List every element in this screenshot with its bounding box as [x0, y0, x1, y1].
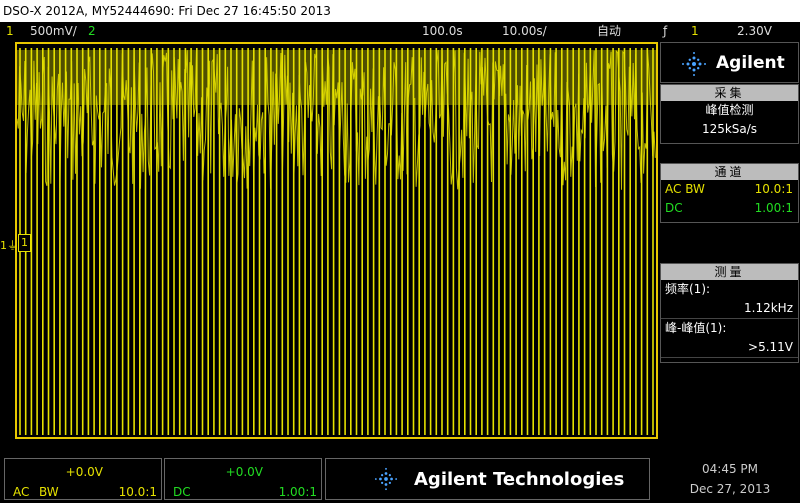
- trigger-level[interactable]: 2.30V: [737, 22, 772, 40]
- trace-top-envelope: [17, 50, 656, 105]
- ch1-scale[interactable]: 500mV/: [30, 22, 77, 40]
- brand-box: Agilent Technologies: [325, 458, 650, 500]
- clock-date: Dec 27, 2013: [689, 482, 771, 496]
- ch2-offset: +0.0V: [225, 465, 263, 479]
- channel-panel[interactable]: 通道 AC BW 10.0:1 DC 1.00:1: [660, 163, 799, 223]
- ch2-coupling: DC: [665, 201, 683, 215]
- side-panel: Agilent 采集 峰值检测 125kSa/s 通道 AC BW 10.0:1…: [660, 42, 800, 442]
- ch2-info-box[interactable]: +0.0V DC 1.00:1: [164, 458, 322, 500]
- waveform-trace: [17, 48, 656, 435]
- ch2-coupling-label: DC: [173, 485, 191, 499]
- clock-time: 04:45 PM: [702, 462, 758, 476]
- ch1-bw-label: BW: [39, 485, 59, 499]
- measure-header: 测量: [661, 264, 798, 280]
- bottom-bar: +0.0V AC BW 10.0:1 +0.0V DC 1.00:1 Agile…: [0, 455, 800, 503]
- ch1-probe: 10.0:1: [754, 182, 793, 196]
- peak-peak-label: 峰-峰值(1):: [665, 321, 727, 335]
- time-scale[interactable]: 10.00s/: [502, 22, 547, 40]
- acquire-panel[interactable]: 采集 峰值检测 125kSa/s: [660, 84, 799, 144]
- trigger-mode[interactable]: 自动: [597, 22, 621, 40]
- ch2-number[interactable]: 2: [88, 22, 96, 40]
- status-bar: 1 500mV/ 2 100.0s 10.00s/ 自动 ƒ 1 2.30V: [0, 22, 800, 40]
- measure-1-value-row: 1.12kHz: [661, 299, 798, 319]
- time-reference[interactable]: 100.0s: [422, 22, 463, 40]
- agilent-logo: Agilent: [660, 42, 799, 83]
- channel-row-1: AC BW 10.0:1: [661, 180, 798, 199]
- acquire-mode: 峰值检测: [705, 103, 754, 117]
- brand-text: Agilent Technologies: [414, 469, 625, 490]
- ch1-badge[interactable]: 1: [18, 234, 31, 252]
- measure-panel[interactable]: 测量 频率(1): 1.12kHz 峰-峰值(1): >5.11V: [660, 263, 799, 363]
- clock: 04:45 PM Dec 27, 2013: [660, 459, 800, 499]
- ch1-ground-marker[interactable]: 1⏚: [0, 234, 18, 252]
- frequency-label: 频率(1):: [665, 282, 711, 296]
- measure-1-label-row: 频率(1):: [661, 280, 798, 299]
- peak-peak-value: >5.11V: [748, 340, 793, 354]
- ch1-probe-ratio: 10.0:1: [118, 485, 157, 499]
- ground-icon: 1⏚: [0, 239, 18, 252]
- agilent-spark-icon: [374, 467, 398, 491]
- channel-row-2: DC 1.00:1: [661, 199, 798, 218]
- ch2-probe-ratio: 1.00:1: [278, 485, 317, 499]
- ch1-info-box[interactable]: +0.0V AC BW 10.0:1: [4, 458, 162, 500]
- ch1-number[interactable]: 1: [6, 22, 14, 40]
- frequency-value: 1.12kHz: [744, 301, 793, 315]
- acquire-header: 采集: [661, 85, 798, 101]
- sample-rate: 125kSa/s: [701, 122, 758, 136]
- measure-2-label-row: 峰-峰值(1):: [661, 319, 798, 338]
- ch1-coupling-label: AC: [13, 485, 30, 499]
- trigger-edge-icon[interactable]: ƒ: [663, 22, 667, 40]
- measure-2-value-row: >5.11V: [661, 338, 798, 358]
- channel-header: 通道: [661, 164, 798, 180]
- window-title: DSO-X 2012A, MY52444690: Fri Dec 27 16:4…: [0, 0, 800, 22]
- trigger-source[interactable]: 1: [691, 22, 699, 40]
- ch1-offset: +0.0V: [65, 465, 103, 479]
- ch1-coupling: AC BW: [665, 182, 705, 196]
- agilent-spark-icon: [682, 52, 706, 76]
- ch2-probe: 1.00:1: [754, 201, 793, 215]
- waveform-display[interactable]: [15, 42, 658, 439]
- logo-text: Agilent: [716, 53, 785, 73]
